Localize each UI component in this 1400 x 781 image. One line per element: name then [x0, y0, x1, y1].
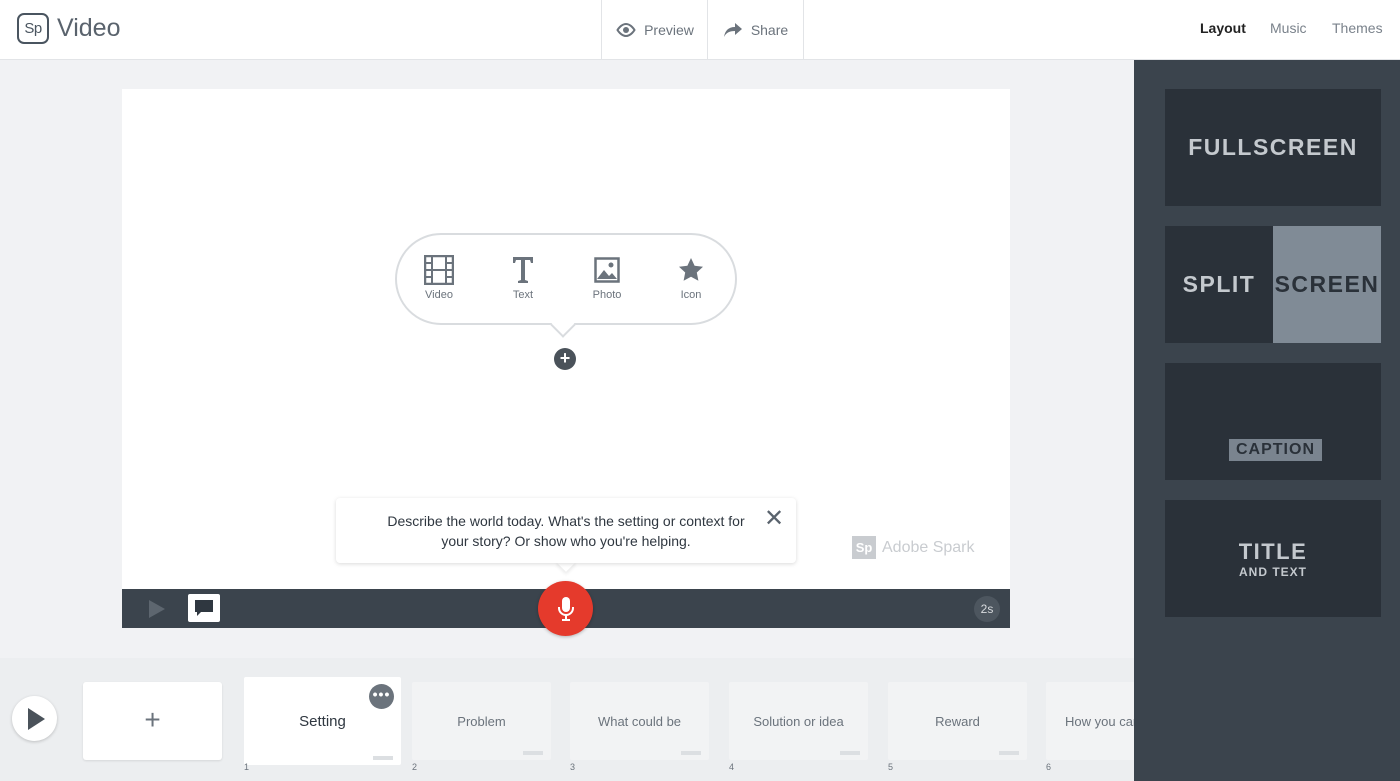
add-photo-option[interactable]: Photo	[577, 255, 637, 301]
share-label: Share	[750, 22, 789, 38]
watermark-logo-icon: Sp	[852, 536, 876, 559]
tab-music[interactable]: Music	[1270, 20, 1307, 36]
slide-filmstrip: + Setting ••• 1 Problem 2 What could be …	[0, 658, 1134, 781]
slide-label: How you can	[1065, 713, 1134, 729]
tab-layout[interactable]: Layout	[1200, 20, 1246, 36]
layout-split-screen[interactable]: SPLIT SCREEN	[1165, 226, 1381, 343]
slide-label: Setting	[299, 712, 346, 730]
speech-bubble-icon	[195, 600, 213, 616]
slide-thumbnail[interactable]: Problem	[412, 682, 551, 760]
slide-thumbnail[interactable]: What could be	[570, 682, 709, 760]
layout-title-sub-label: AND TEXT	[1239, 564, 1307, 579]
adobe-spark-watermark: Sp Adobe Spark	[852, 536, 975, 559]
photo-icon	[594, 257, 620, 283]
layout-fullscreen-label: FULLSCREEN	[1188, 134, 1358, 160]
add-icon-option[interactable]: Icon	[661, 255, 721, 301]
slide-label: What could be	[597, 713, 682, 729]
slide-number: 6	[1046, 762, 1052, 772]
video-option-label: Video	[425, 289, 453, 301]
slide-thumbnail[interactable]: How you can	[1046, 682, 1134, 760]
slide-number: 2	[412, 762, 418, 772]
preview-label: Preview	[644, 22, 694, 38]
slide-thumbnail[interactable]: Reward	[888, 682, 1027, 760]
slide-mini-watermark	[840, 751, 860, 755]
photo-option-label: Photo	[592, 289, 622, 301]
film-icon	[424, 255, 454, 285]
microphone-icon	[557, 596, 574, 621]
share-arrow-icon	[723, 23, 742, 37]
layout-caption[interactable]: CAPTION	[1165, 363, 1381, 480]
slide-number: 4	[729, 762, 735, 772]
add-text-option[interactable]: Text	[493, 255, 553, 301]
add-video-option[interactable]: Video	[409, 255, 469, 301]
record-voice-button[interactable]	[538, 581, 593, 636]
share-button[interactable]: Share	[707, 0, 804, 60]
tab-themes[interactable]: Themes	[1332, 20, 1383, 36]
slide-number: 1	[244, 762, 250, 772]
slide-number: 3	[570, 762, 576, 772]
layout-fullscreen[interactable]: FULLSCREEN	[1165, 89, 1381, 206]
add-content-button[interactable]: +	[554, 348, 576, 370]
slide-label: Problem	[457, 713, 506, 729]
caption-toggle-button[interactable]	[188, 594, 220, 622]
slide-thumbnail[interactable]: Solution or idea	[729, 682, 868, 760]
split-left-label: SPLIT	[1182, 271, 1256, 297]
icon-option-label: Icon	[680, 289, 702, 301]
slide-mini-watermark	[681, 751, 701, 755]
add-slide-button[interactable]: +	[83, 682, 222, 760]
star-icon	[679, 258, 703, 281]
top-bar: Sp Video Preview Share Layout Music Them…	[0, 0, 1400, 60]
watermark-text: Adobe Spark	[882, 538, 975, 556]
slide-label: Solution or idea	[753, 713, 844, 729]
slide-canvas[interactable]: Video Text Photo Icon + Describe the wor…	[122, 89, 1010, 589]
layout-title-label: TITLE	[1238, 538, 1308, 564]
slide-mini-watermark	[999, 751, 1019, 755]
preview-button[interactable]: Preview	[601, 0, 708, 60]
slide-mini-watermark	[523, 751, 543, 755]
close-icon[interactable]: ✕	[764, 504, 784, 533]
layout-caption-label: CAPTION	[1229, 439, 1322, 461]
slide-label: Reward	[935, 713, 980, 729]
slide-options-button[interactable]: •••	[369, 684, 394, 709]
prompt-hint-card: Describe the world today. What's the set…	[336, 498, 796, 563]
slide-number: 5	[888, 762, 894, 772]
spark-logo-icon[interactable]: Sp	[17, 13, 49, 44]
layout-title-and-text[interactable]: TITLE AND TEXT	[1165, 500, 1381, 617]
slide-duration-badge[interactable]: 2s	[974, 596, 1000, 622]
text-icon	[513, 257, 533, 283]
layout-panel: FULLSCREEN SPLIT SCREEN CAPTION TITLE AN…	[1134, 60, 1400, 781]
app-title: Video	[57, 14, 121, 42]
eye-icon	[616, 23, 636, 37]
split-right-label: SCREEN	[1273, 226, 1381, 343]
text-option-label: Text	[512, 289, 534, 301]
play-slide-icon[interactable]	[149, 600, 165, 618]
prompt-hint-text: Describe the world today. What's the set…	[387, 513, 745, 549]
slide-mini-watermark	[373, 756, 393, 760]
logo-text: Sp	[24, 20, 42, 37]
play-video-button[interactable]	[12, 696, 57, 741]
